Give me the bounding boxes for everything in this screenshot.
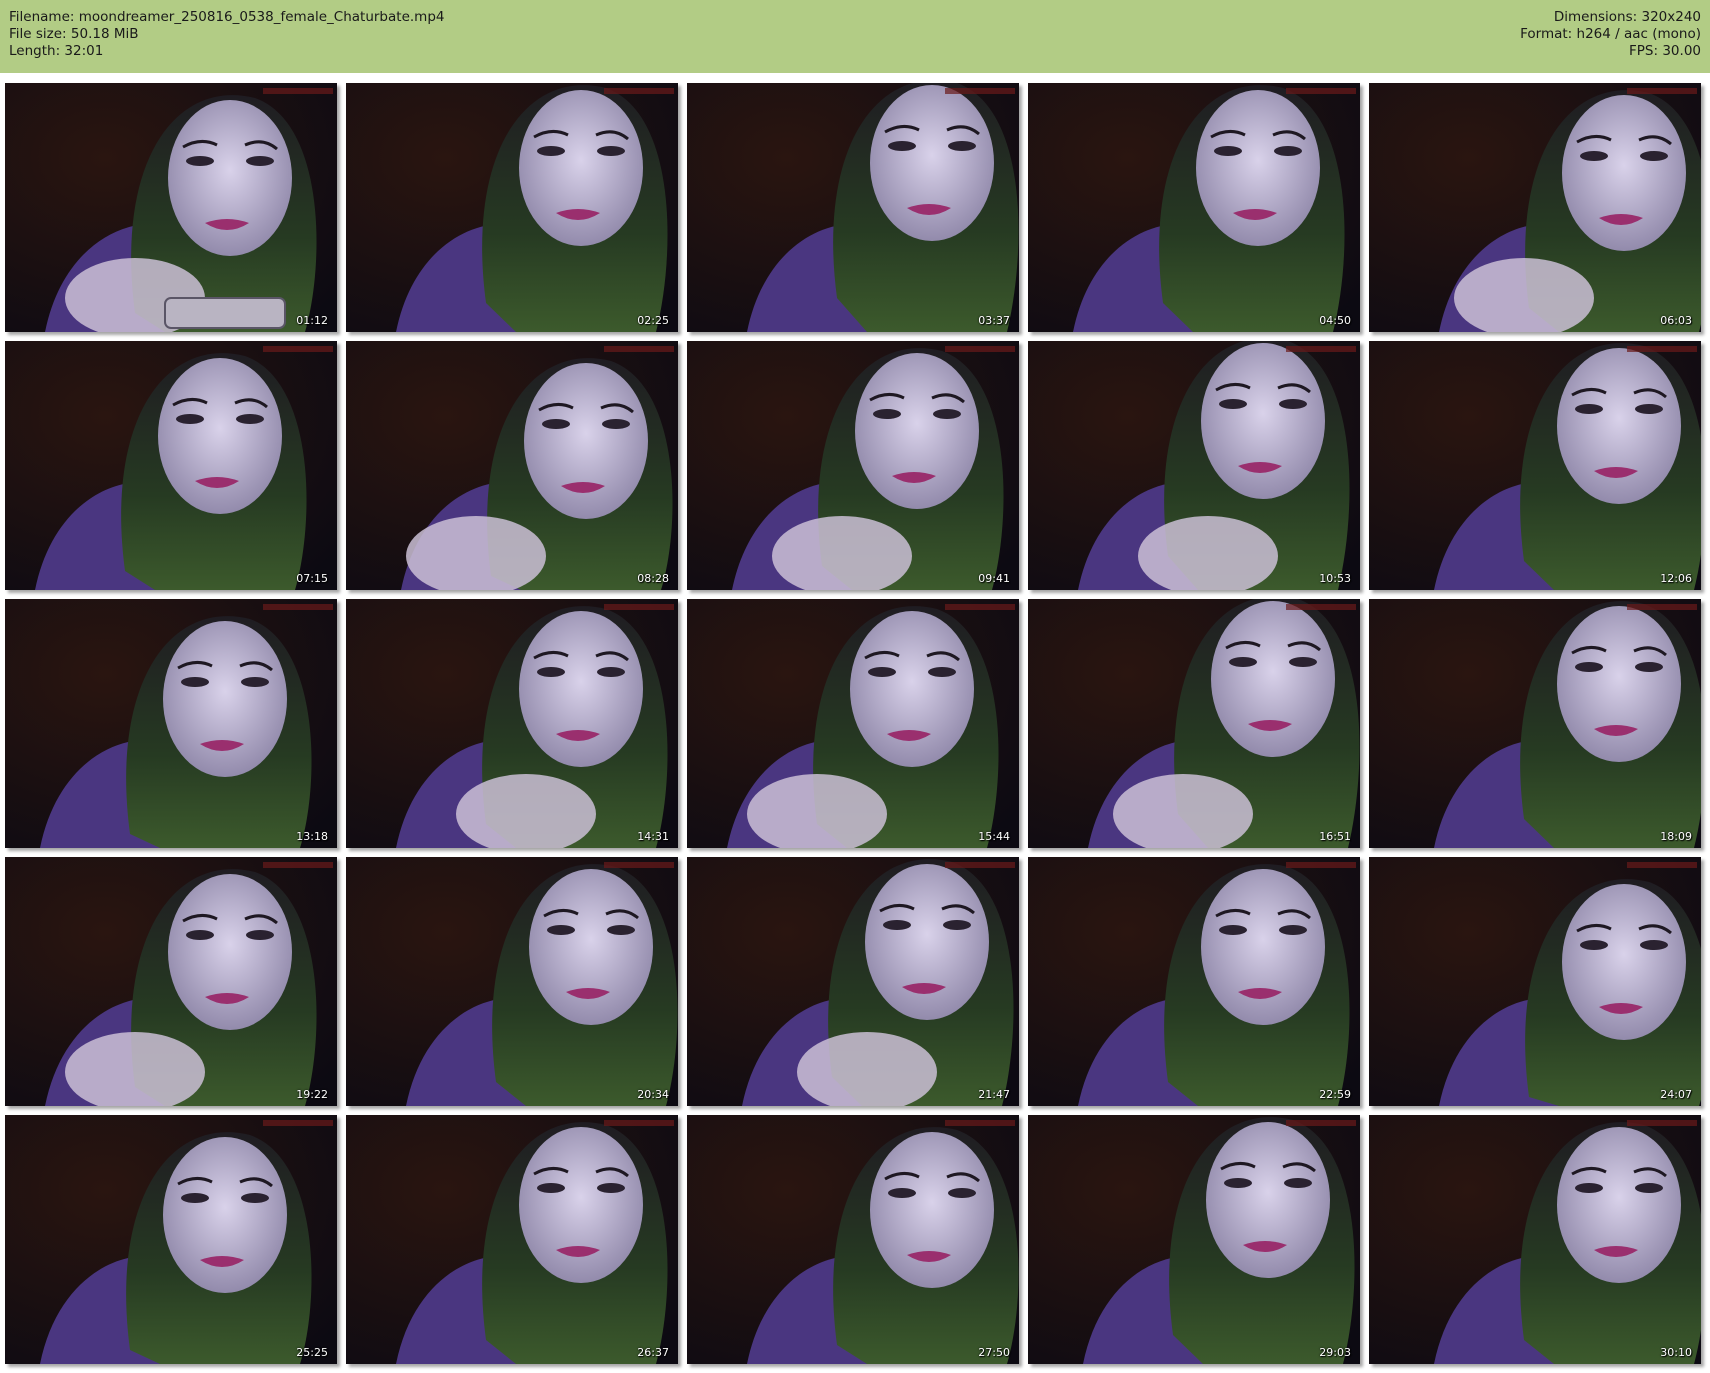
thumbnail-frame: 27:50 xyxy=(687,1115,1019,1364)
frame-picture xyxy=(1028,599,1360,848)
frame-picture xyxy=(5,1115,337,1364)
thumbnail-frame: 08:28 xyxy=(346,341,678,590)
frame-picture xyxy=(687,857,1019,1106)
timestamp-label: 07:15 xyxy=(296,572,328,585)
timestamp-label: 06:03 xyxy=(1660,314,1692,327)
timestamp-label: 14:31 xyxy=(637,830,669,843)
frame-picture xyxy=(1028,1115,1360,1364)
frame-picture xyxy=(1369,857,1701,1106)
timestamp-label: 15:44 xyxy=(978,830,1010,843)
timestamp-label: 29:03 xyxy=(1319,1346,1351,1359)
thumbnail-frame: 25:25 xyxy=(5,1115,337,1364)
thumbnail-frame: 30:10 xyxy=(1369,1115,1701,1364)
timestamp-label: 20:34 xyxy=(637,1088,669,1101)
frame-picture xyxy=(5,857,337,1106)
frame-picture xyxy=(1369,599,1701,848)
timestamp-label: 10:53 xyxy=(1319,572,1351,585)
thumbnail-frame: 16:51 xyxy=(1028,599,1360,848)
timestamp-label: 03:37 xyxy=(978,314,1010,327)
thumbnail-frame: 14:31 xyxy=(346,599,678,848)
frame-picture xyxy=(687,1115,1019,1364)
timestamp-label: 16:51 xyxy=(1319,830,1351,843)
timestamp-label: 21:47 xyxy=(978,1088,1010,1101)
thumbnail-frame: 02:25 xyxy=(346,83,678,332)
frame-picture xyxy=(687,599,1019,848)
thumbnail-frame: 24:07 xyxy=(1369,857,1701,1106)
frame-picture xyxy=(5,83,337,332)
frame-picture xyxy=(5,599,337,848)
thumbnail-frame: 15:44 xyxy=(687,599,1019,848)
thumbnail-frame: 09:41 xyxy=(687,341,1019,590)
timestamp-label: 30:10 xyxy=(1660,1346,1692,1359)
thumbnail-frame: 12:06 xyxy=(1369,341,1701,590)
frame-picture xyxy=(5,341,337,590)
thumbnail-frame: 26:37 xyxy=(346,1115,678,1364)
frame-picture xyxy=(1028,857,1360,1106)
timestamp-label: 13:18 xyxy=(296,830,328,843)
thumbnail-frame: 03:37 xyxy=(687,83,1019,332)
frame-picture xyxy=(687,341,1019,590)
thumbnail-frame: 19:22 xyxy=(5,857,337,1106)
timestamp-label: 02:25 xyxy=(637,314,669,327)
thumbnail-frame: 04:50 xyxy=(1028,83,1360,332)
thumbnail-frame: 07:15 xyxy=(5,341,337,590)
frame-picture xyxy=(346,341,678,590)
frame-picture xyxy=(1028,83,1360,332)
frame-picture xyxy=(346,1115,678,1364)
thumbnail-frame: 13:18 xyxy=(5,599,337,848)
thumbnail-frame: 18:09 xyxy=(1369,599,1701,848)
frame-picture xyxy=(687,83,1019,332)
frame-picture xyxy=(346,83,678,332)
frame-picture xyxy=(1028,341,1360,590)
timestamp-label: 04:50 xyxy=(1319,314,1351,327)
timestamp-label: 26:37 xyxy=(637,1346,669,1359)
timestamp-label: 22:59 xyxy=(1319,1088,1351,1101)
timestamp-label: 12:06 xyxy=(1660,572,1692,585)
timestamp-label: 19:22 xyxy=(296,1088,328,1101)
thumbnail-grid: 01:12 02:25 03:37 04:50 06:03 07:15 08:28 09:41… xyxy=(0,0,1710,1373)
thumbnail-frame: 22:59 xyxy=(1028,857,1360,1106)
thumbnail-frame: 29:03 xyxy=(1028,1115,1360,1364)
frame-picture xyxy=(346,857,678,1106)
timestamp-label: 25:25 xyxy=(296,1346,328,1359)
thumbnail-frame: 06:03 xyxy=(1369,83,1701,332)
thumbnail-frame: 20:34 xyxy=(346,857,678,1106)
thumbnail-frame: 01:12 xyxy=(5,83,337,332)
timestamp-label: 08:28 xyxy=(637,572,669,585)
frame-picture xyxy=(1369,1115,1701,1364)
thumbnail-frame: 21:47 xyxy=(687,857,1019,1106)
timestamp-label: 01:12 xyxy=(296,314,328,327)
thumbnail-frame: 10:53 xyxy=(1028,341,1360,590)
frame-picture xyxy=(346,599,678,848)
timestamp-label: 09:41 xyxy=(978,572,1010,585)
timestamp-label: 18:09 xyxy=(1660,830,1692,843)
frame-picture xyxy=(1369,83,1701,332)
timestamp-label: 27:50 xyxy=(978,1346,1010,1359)
frame-picture xyxy=(1369,341,1701,590)
timestamp-label: 24:07 xyxy=(1660,1088,1692,1101)
